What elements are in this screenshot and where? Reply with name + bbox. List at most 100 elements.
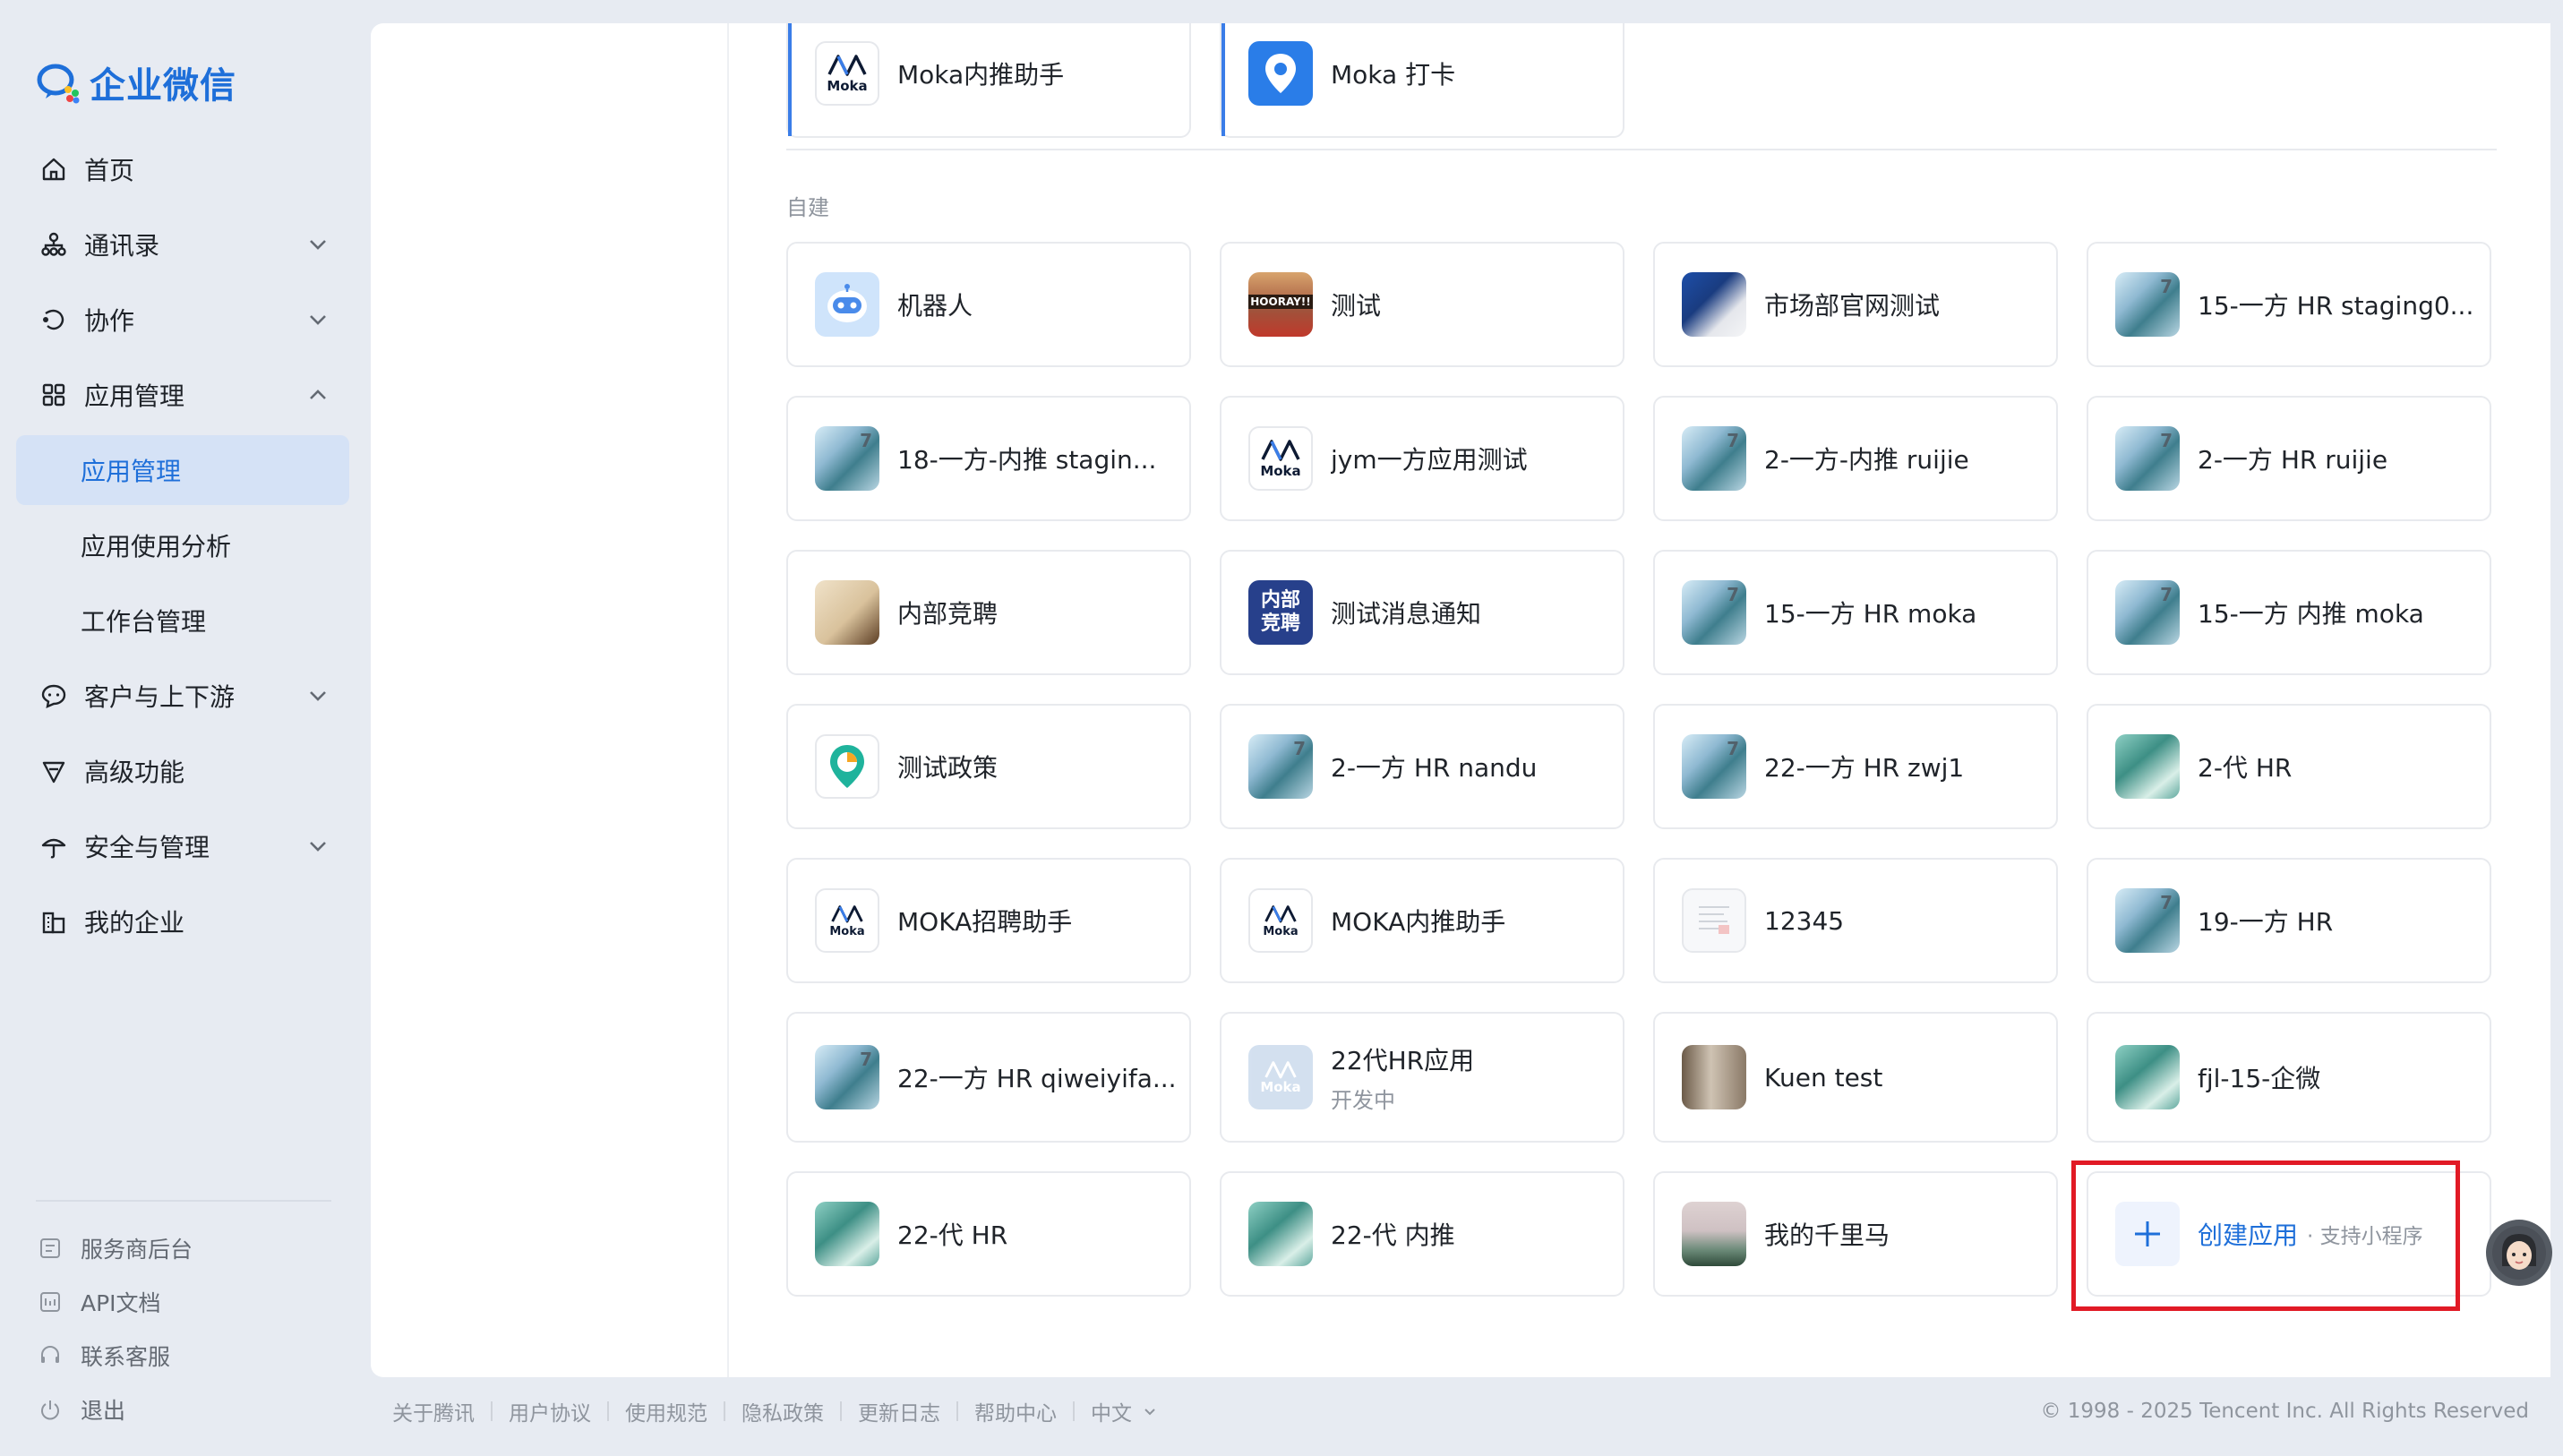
chevron-down-icon[interactable] [304, 682, 331, 709]
app-card[interactable]: 机器人 [786, 242, 1191, 367]
app-card[interactable]: Moka Moka内推助手 [786, 23, 1191, 138]
app-name: 15-一方 HR moka [1764, 599, 1977, 629]
sub-nav-usage-analysis[interactable]: 应用使用分析 [16, 510, 349, 580]
brand-logo[interactable]: 企业微信 [34, 57, 236, 107]
nav-item-contacts[interactable]: 通讯录 [16, 210, 349, 279]
api-docs-link[interactable]: API文档 [36, 1284, 161, 1320]
footer-link-terms[interactable]: 用户协议 [509, 1396, 591, 1426]
nav-label: 应用管理 [84, 381, 185, 411]
app-card[interactable]: 测试政策 [786, 704, 1191, 829]
document-icon [1682, 888, 1746, 953]
app-card[interactable]: HOORAY!! 测试 [1220, 242, 1624, 367]
card-accent [1221, 23, 1225, 136]
app-name: 22代HR应用 [1331, 1045, 1475, 1075]
app-card[interactable]: 7 2-一方-内推 ruijie [1653, 396, 2058, 521]
app-card[interactable]: Moka MOKA内推助手 [1220, 858, 1624, 983]
nav-item-security[interactable]: 安全与管理 [16, 811, 349, 881]
section-title: 自建 [786, 195, 829, 220]
app-card[interactable]: 7 22-一方 HR qiweiyifa... [786, 1012, 1191, 1143]
nav-item-advanced[interactable]: 高级功能 [16, 736, 349, 806]
chevron-down-icon[interactable] [304, 306, 331, 333]
app-card[interactable]: 2-代 HR [2087, 704, 2491, 829]
footer-separator [1073, 1401, 1075, 1421]
app-card[interactable]: Moka jym一方应用测试 [1220, 396, 1624, 521]
create-app-sub: · 支持小程序 [2307, 1225, 2423, 1248]
chevron-up-icon[interactable] [304, 381, 331, 408]
app-card[interactable]: Moka MOKA招聘助手 [786, 858, 1191, 983]
app-card[interactable]: Moka 22代HR应用 开发中 [1220, 1012, 1624, 1143]
moka-ghost-icon: Moka [1248, 1045, 1313, 1109]
app-name: 22-代 HR [897, 1220, 1008, 1250]
moka-logo-icon: Moka [815, 41, 879, 106]
nav-item-app-management[interactable]: 应用管理 [16, 360, 349, 430]
main-panel: Moka Moka内推助手 Moka 打卡 自建 机器人 HOORAY!! 测试… [371, 23, 2550, 1377]
sub-nav-workbench[interactable]: 工作台管理 [16, 586, 349, 655]
nav-label: 高级功能 [84, 758, 185, 787]
service-provider-link[interactable]: 服务商后台 [36, 1230, 193, 1266]
app-card[interactable]: 7 15-一方 内推 moka [2087, 550, 2491, 675]
app-card[interactable]: 7 2-一方 HR ruijie [2087, 396, 2491, 521]
app-status: 开发中 [1331, 1087, 1395, 1113]
nav-item-customers[interactable]: 客户与上下游 [16, 661, 349, 731]
app-name: jym一方应用测试 [1331, 445, 1528, 475]
app-name: 22-一方 HR qiweiyifa... [897, 1064, 1177, 1093]
app-card[interactable]: 7 15-一方 HR moka [1653, 550, 2058, 675]
language-selector[interactable]: 中文 [1091, 1396, 1132, 1426]
apps-grid-icon [36, 377, 72, 413]
app-card[interactable]: 市场部官网测试 [1653, 242, 2058, 367]
contact-support-link[interactable]: 联系客服 [36, 1338, 170, 1374]
app-card[interactable]: 22-代 内推 [1220, 1171, 1624, 1297]
kuen-photo-icon [1682, 1045, 1746, 1109]
create-app-button[interactable]: 创建应用 · 支持小程序 [2087, 1171, 2491, 1297]
green-anime-icon [2115, 1045, 2180, 1109]
footer-link-about[interactable]: 关于腾讯 [392, 1396, 475, 1426]
footer-link-rules[interactable]: 使用规范 [625, 1396, 707, 1426]
app-name: 内部竞聘 [897, 599, 999, 629]
nav-label: 首页 [84, 156, 135, 185]
app-card[interactable]: 7 19-一方 HR [2087, 858, 2491, 983]
chevron-down-icon[interactable] [304, 231, 331, 258]
app-name: 2-一方 HR ruijie [2198, 445, 2388, 475]
footer-link-privacy[interactable]: 隐私政策 [741, 1396, 824, 1426]
app-card[interactable]: 7 15-一方 HR staging0... [2087, 242, 2491, 367]
app-card[interactable]: Kuen test [1653, 1012, 2058, 1143]
nav-label: 通讯录 [84, 231, 160, 261]
anime-girl-icon: 7 [2115, 272, 2180, 337]
app-name: 22-一方 HR zwj1 [1764, 753, 1965, 783]
app-card[interactable]: fjl-15-企微 [2087, 1012, 2491, 1143]
hooray-photo-icon: HOORAY!! [1248, 272, 1313, 337]
sub-nav-app-management[interactable]: 应用管理 [16, 435, 349, 505]
org-chart-icon [36, 227, 72, 262]
logout-link[interactable]: 退出 [36, 1392, 125, 1427]
building-icon [36, 904, 72, 939]
app-card[interactable]: 7 18-一方-内推 stagin... [786, 396, 1191, 521]
wecom-logo-icon [37, 64, 80, 104]
nav-item-home[interactable]: 首页 [16, 134, 349, 204]
chevron-down-icon[interactable] [304, 833, 331, 860]
app-card[interactable]: 12345 [1653, 858, 2058, 983]
nav-item-collab[interactable]: 协作 [16, 285, 349, 355]
nav-label: 我的企业 [84, 908, 185, 938]
app-name: 机器人 [897, 291, 973, 321]
anime-girl-icon: 7 [815, 426, 879, 491]
app-name: 2-代 HR [2198, 753, 2293, 783]
sub-nav-label: 工作台管理 [81, 607, 207, 637]
home-icon [36, 151, 72, 187]
anime-girl-icon: 7 [2115, 888, 2180, 953]
app-card[interactable]: Moka 打卡 [1220, 23, 1624, 138]
chevron-down-icon[interactable] [1141, 1402, 1159, 1420]
anime-girl-icon: 7 [1682, 734, 1746, 799]
nav-label: 客户与上下游 [84, 682, 236, 712]
anime-girl-icon: 7 [1248, 734, 1313, 799]
nav-item-my-company[interactable]: 我的企业 [16, 886, 349, 956]
app-card[interactable]: 7 22-一方 HR zwj1 [1653, 704, 2058, 829]
app-card[interactable]: 22-代 HR [786, 1171, 1191, 1297]
app-card[interactable]: 我的千里马 [1653, 1171, 2058, 1297]
app-card[interactable]: 内部竞聘 [786, 550, 1191, 675]
card-accent [788, 23, 792, 136]
footer-link-help[interactable]: 帮助中心 [974, 1396, 1057, 1426]
app-card[interactable]: 内部 竞聘 测试消息通知 [1220, 550, 1624, 675]
footer-link-changelog[interactable]: 更新日志 [858, 1396, 940, 1426]
app-card[interactable]: 7 2-一方 HR nandu [1220, 704, 1624, 829]
assistant-avatar[interactable] [2486, 1220, 2552, 1286]
